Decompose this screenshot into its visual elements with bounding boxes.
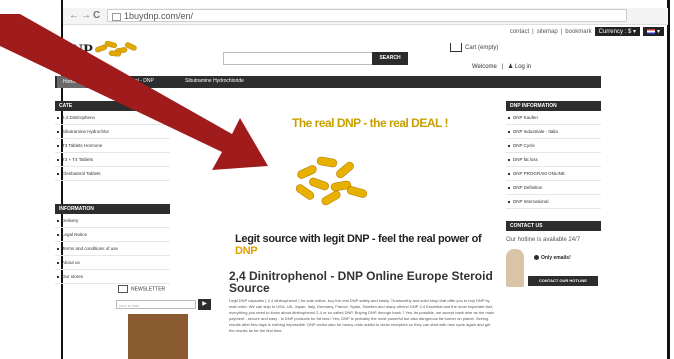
flag-icon	[646, 28, 655, 34]
top-links: contact | sitemap | bookmark Currency : …	[510, 27, 664, 36]
main-menu: Home ▾ 2,4 Dinitrophenol - DNP Sibutrami…	[55, 76, 601, 88]
site-logo[interactable]: DNP	[60, 42, 93, 60]
information-list: Delivery Legal Notice Terms and conditio…	[55, 214, 170, 284]
sitemap-link[interactable]: sitemap	[537, 29, 558, 35]
dnp-info-item[interactable]: DNP fat loss	[506, 153, 601, 167]
dnp-info-item[interactable]: DNP Industriale - Italia	[506, 125, 601, 139]
welcome-text: Welcome	[472, 64, 497, 70]
information-item[interactable]: Legal Notice	[55, 228, 170, 242]
capsules-image	[295, 156, 368, 206]
category-item[interactable]: Sibutramine Hydrochlor	[55, 125, 170, 139]
separator: |	[501, 64, 504, 70]
contact-title: CONTACT US	[506, 221, 601, 231]
left-column: CATE 2,4 Dinitropheno Sibutramine Hydroc…	[55, 101, 170, 284]
information-item[interactable]: Our stores	[55, 270, 170, 284]
contact-box: CONTACT US Our hotline is available 24/7…	[506, 221, 601, 287]
dnp-info-item[interactable]: DNP International	[506, 195, 601, 209]
email-contact: Only emails!	[534, 255, 571, 261]
language-chevron: ▾	[656, 29, 660, 35]
category-item[interactable]: Clenbuterol Tablets	[55, 167, 170, 181]
intro-paragraph: Legit DNP capsules ( 2,4 dinitrophenol )…	[229, 298, 495, 333]
email-label: Only emails!	[541, 255, 571, 261]
categories-list: 2,4 Dinitropheno Sibutramine Hydrochlor …	[55, 111, 170, 181]
newsletter-email-input[interactable]: your e-mail	[116, 300, 196, 309]
dnp-info-list: DNP Kaufen DNP Industriale - Italia DNP …	[506, 111, 601, 209]
category-item[interactable]: 2,4 Dinitropheno	[55, 111, 170, 125]
dnp-info-item[interactable]: DNP PROGRAM ONLINE	[506, 167, 601, 181]
contact-link[interactable]: contact	[510, 29, 529, 35]
page-title: 2,4 Dinitrophenol - DNP Online Europe St…	[229, 269, 493, 295]
page-icon	[112, 13, 121, 21]
separator: |	[560, 28, 563, 35]
currency-select[interactable]: Currency : $ ▾	[594, 27, 640, 36]
separator: |	[532, 28, 534, 35]
menu-item-home[interactable]: Home ▾	[57, 76, 87, 88]
information-item[interactable]: Delivery	[55, 214, 170, 228]
cart-link[interactable]: Cart (empty)	[450, 43, 498, 52]
dnp-info-item[interactable]: DNP Definition	[506, 181, 601, 195]
hotline-text: Our hotline is available 24/7	[506, 237, 581, 243]
dnp-info-title: DNP INFORMATION	[506, 101, 601, 111]
category-item[interactable]: T3 Tablets Hormone	[55, 139, 170, 153]
operator-image	[506, 249, 524, 287]
mail-icon	[118, 285, 128, 293]
banner-subtitle: Legit source with legit DNP - feel the r…	[235, 233, 491, 257]
categories-title: CATE	[55, 101, 170, 111]
bookmark-link[interactable]: bookmark	[565, 29, 591, 35]
information-item[interactable]: Terms and conditions of use	[55, 242, 170, 256]
browser-toolbar: ← → C 1buydnp.com/en/	[63, 8, 668, 25]
search-button[interactable]: SEARCH	[372, 52, 408, 65]
user-icon: ♟	[507, 64, 514, 70]
dnp-info-item[interactable]: DNP Cycle	[506, 139, 601, 153]
information-item[interactable]: About us	[55, 256, 170, 270]
reload-button[interactable]: C	[93, 10, 100, 21]
banner-subtitle-brand: DNP	[235, 245, 258, 257]
welcome-bar: Welcome | ♟ Log in	[472, 63, 531, 70]
cart-label: Cart (empty)	[465, 45, 499, 52]
newsletter-submit-button[interactable]: ▶	[198, 299, 211, 310]
category-item[interactable]: T3 + T4 Tablets	[55, 153, 170, 167]
email-icon	[534, 255, 539, 261]
contact-hotline-button[interactable]: CONTACT OUR HOTLINE	[528, 276, 598, 286]
search-input[interactable]	[223, 52, 373, 65]
right-column: DNP INFORMATION DNP Kaufen DNP Industria…	[506, 101, 601, 209]
newsletter-header: NEWSLETTER	[118, 285, 218, 293]
login-link[interactable]: Log in	[515, 64, 531, 70]
information-title: INFORMATION	[55, 204, 170, 214]
language-select[interactable]: ▾	[642, 27, 664, 36]
promo-banner[interactable]: The real DNP - the real DEAL ! Legit sou…	[179, 101, 491, 257]
url-text: 1buydnp.com/en/	[124, 11, 194, 21]
capsules-logo-image	[95, 40, 137, 57]
address-bar[interactable]: 1buydnp.com/en/	[107, 9, 627, 22]
bodybuilder-image	[128, 314, 188, 359]
cart-icon	[450, 43, 462, 52]
forward-button[interactable]: →	[81, 10, 91, 21]
dnp-info-item[interactable]: DNP Kaufen	[506, 111, 601, 125]
newsletter-title: NEWSLETTER	[131, 286, 166, 293]
banner-subtitle-main: Legit source with legit DNP - feel the r…	[235, 233, 482, 245]
menu-item-sibutramine[interactable]: Sibutramine Hydrochloride	[185, 78, 244, 84]
banner-title: The real DNP - the real DEAL !	[292, 116, 448, 130]
menu-item-dnp[interactable]: 2,4 Dinitrophenol - DNP	[101, 78, 154, 84]
back-button[interactable]: ←	[69, 10, 79, 21]
